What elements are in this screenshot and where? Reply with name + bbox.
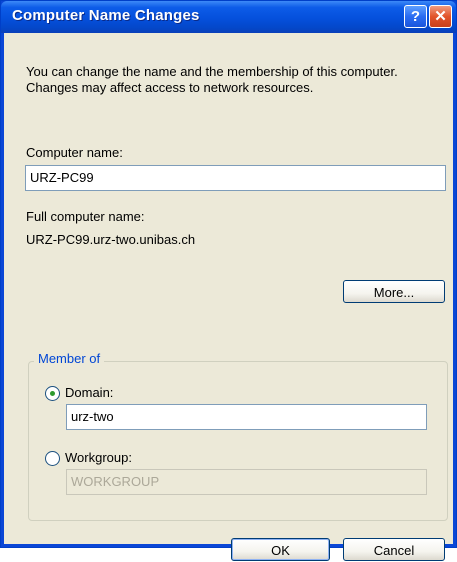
more-button[interactable]: More...: [343, 280, 445, 303]
domain-input[interactable]: urz-two: [66, 404, 427, 430]
domain-radio[interactable]: [45, 386, 60, 401]
domain-label[interactable]: Domain:: [65, 385, 113, 400]
cancel-button[interactable]: Cancel: [343, 538, 445, 561]
member-of-legend: Member of: [34, 351, 105, 366]
domain-radio-dot: [50, 391, 55, 396]
dialog-body: You can change the name and the membersh…: [4, 33, 453, 561]
full-computer-name-value: URZ-PC99.urz-two.unibas.ch: [26, 232, 196, 247]
workgroup-radio[interactable]: [45, 451, 60, 466]
dialog-title: Computer Name Changes: [12, 7, 200, 24]
dialog-window: Computer Name Changes ? ✕ You can change…: [0, 0, 457, 561]
help-icon[interactable]: ?: [404, 5, 427, 28]
computer-name-label: Computer name:: [26, 145, 123, 160]
computer-name-input[interactable]: URZ-PC99: [25, 165, 446, 191]
workgroup-label[interactable]: Workgroup:: [65, 450, 132, 465]
workgroup-input: WORKGROUP: [66, 469, 427, 495]
description-text: You can change the name and the membersh…: [26, 64, 398, 95]
ok-button[interactable]: OK: [231, 538, 330, 561]
title-bar[interactable]: Computer Name Changes ? ✕: [1, 1, 456, 33]
full-computer-name-label: Full computer name:: [26, 209, 145, 224]
close-icon[interactable]: ✕: [429, 5, 452, 28]
